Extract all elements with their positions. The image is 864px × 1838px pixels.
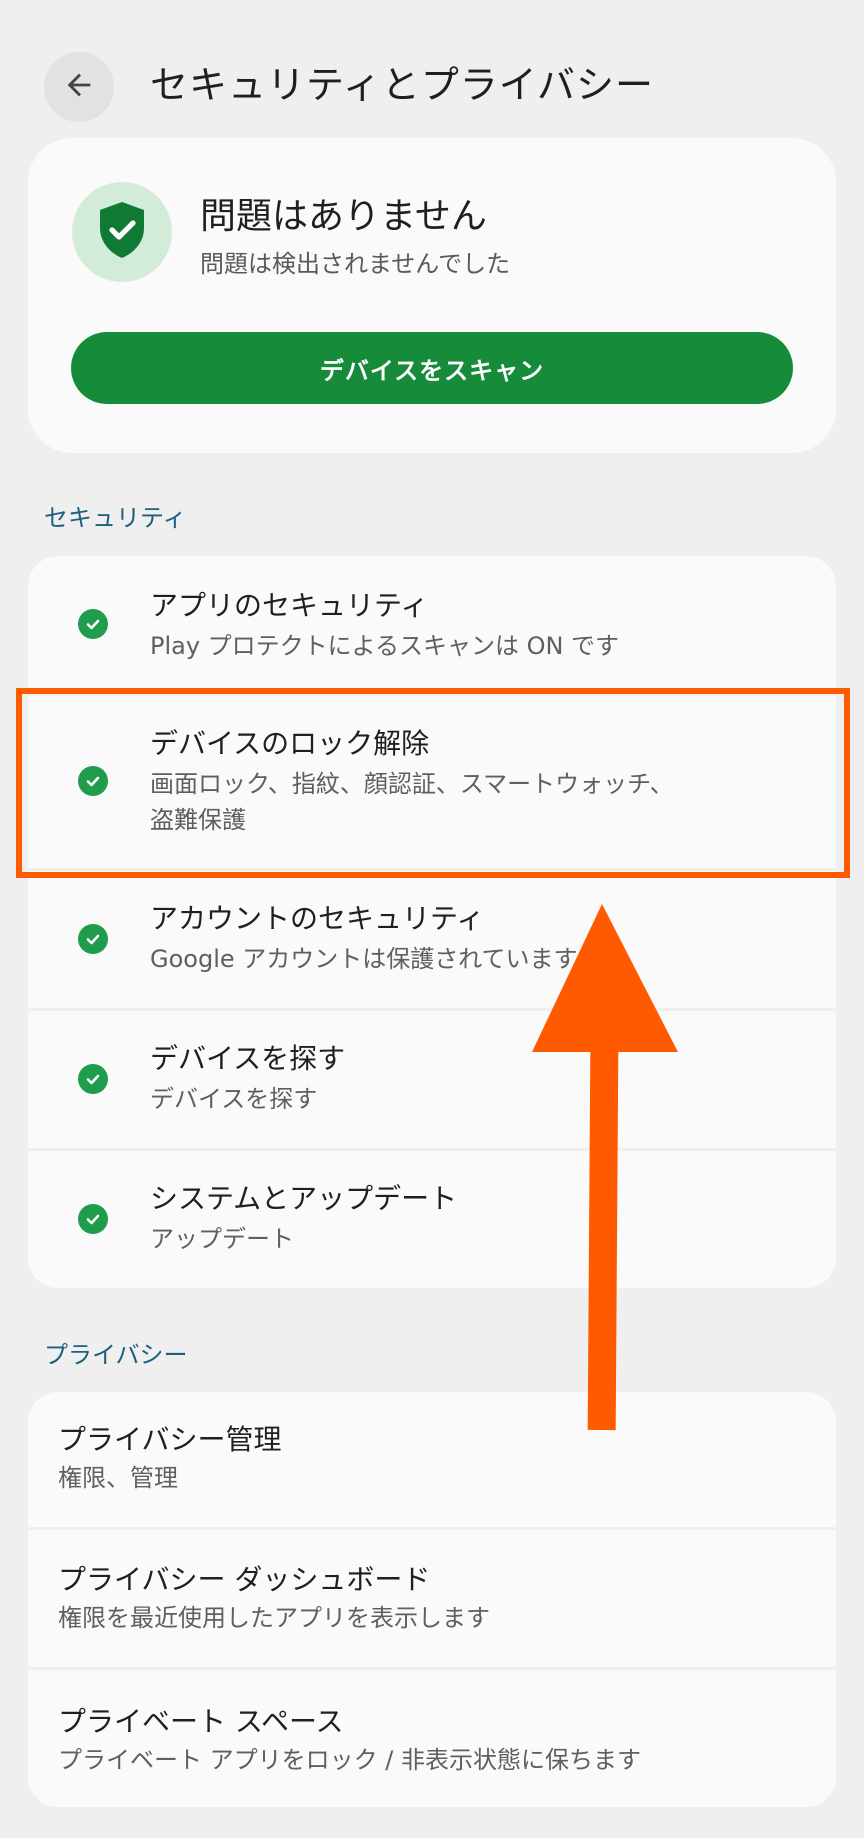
- section-header-privacy: プライバシー: [44, 1341, 188, 1369]
- item-subtitle: Play プロテクトによるスキャンは ON です: [150, 632, 620, 660]
- check-icon: [78, 924, 108, 954]
- privacy-item-controls[interactable]: プライバシー管理 権限、管理: [28, 1392, 836, 1527]
- security-item-app[interactable]: アプリのセキュリティ Play プロテクトによるスキャンは ON です: [28, 556, 836, 693]
- privacy-item-private-space[interactable]: プライベート スペース プライベート アプリをロック / 非表示状態に保ちます: [28, 1670, 836, 1807]
- status-icon-container: [72, 182, 172, 282]
- check-icon: [78, 1204, 108, 1234]
- page-title: セキュリティとプライバシー: [150, 63, 654, 107]
- item-title: プライバシー ダッシュボード: [58, 1563, 431, 1596]
- item-subtitle: 権限を最近使用したアプリを表示します: [58, 1604, 490, 1632]
- section-header-security: セキュリティ: [44, 504, 187, 532]
- check-icon: [78, 1064, 108, 1094]
- item-title: デバイスを探す: [150, 1042, 346, 1075]
- annotation-arrow-icon: [532, 904, 678, 1431]
- scan-device-button[interactable]: デバイスをスキャン: [71, 332, 793, 404]
- check-icon: [78, 609, 108, 639]
- item-title: アプリのセキュリティ: [150, 589, 429, 622]
- back-button[interactable]: [44, 52, 114, 122]
- item-subtitle: 権限、管理: [58, 1464, 178, 1492]
- item-title: プライベート スペース: [58, 1705, 344, 1738]
- status-title: 問題はありません: [200, 196, 487, 237]
- security-item-account[interactable]: アカウントのセキュリティ Google アカウントは保護されています: [28, 871, 836, 1008]
- privacy-item-dashboard[interactable]: プライバシー ダッシュボード 権限を最近使用したアプリを表示します: [28, 1530, 836, 1667]
- shield-check-icon: [96, 200, 148, 264]
- item-title: アカウントのセキュリティ: [150, 902, 485, 935]
- status-card: 問題はありません 問題は検出されませんでした デバイスをスキャン: [28, 138, 836, 453]
- security-privacy-screen: セキュリティとプライバシー 問題はありません 問題は検出されませんでした デバイ…: [0, 0, 864, 1838]
- security-item-find-device[interactable]: デバイスを探す デバイスを探す: [28, 1011, 836, 1148]
- item-subtitle: プライベート アプリをロック / 非表示状態に保ちます: [58, 1746, 641, 1774]
- security-item-system-update[interactable]: システムとアップデート アップデート: [28, 1151, 836, 1288]
- status-subtitle: 問題は検出されませんでした: [200, 250, 511, 278]
- annotation-highlight-box: [16, 688, 850, 878]
- arrow-back-icon: [62, 68, 96, 106]
- item-title: プライバシー管理: [58, 1423, 282, 1456]
- item-title: システムとアップデート: [150, 1182, 458, 1215]
